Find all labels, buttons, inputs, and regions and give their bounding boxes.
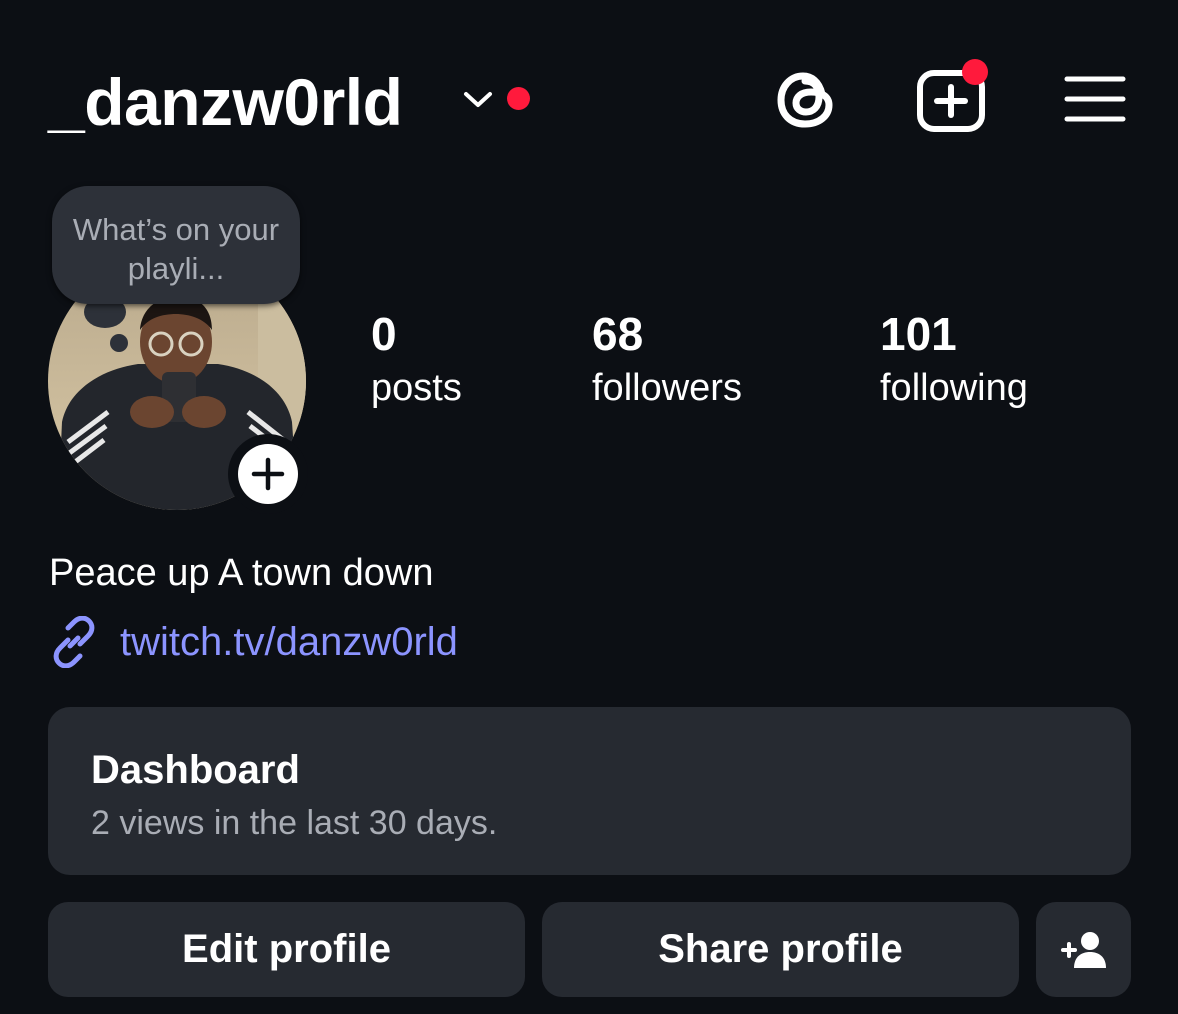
stat-posts-label: posts: [371, 367, 462, 409]
add-person-icon: [1060, 931, 1106, 968]
hamburger-menu-icon[interactable]: [1064, 74, 1126, 124]
discover-people-button[interactable]: [1036, 902, 1131, 997]
threads-icon[interactable]: [775, 67, 839, 133]
note-bubble-tail-dot: [110, 334, 128, 352]
chevron-down-icon[interactable]: [460, 84, 496, 114]
dashboard-title: Dashboard: [91, 748, 300, 792]
plus-circle-icon: [238, 444, 298, 504]
dashboard-subtitle: 2 views in the last 30 days.: [91, 804, 498, 842]
add-story-button[interactable]: [228, 434, 308, 514]
stat-following-label: following: [880, 367, 1028, 409]
stat-posts[interactable]: 0 posts: [371, 306, 462, 414]
stat-following-value: 101: [880, 308, 957, 360]
stat-following[interactable]: 101 following: [880, 306, 1028, 414]
profile-link[interactable]: twitch.tv/danzw0rld: [48, 614, 458, 670]
stat-followers[interactable]: 68 followers: [592, 306, 742, 414]
profile-link-text: twitch.tv/danzw0rld: [120, 620, 458, 664]
profile-note[interactable]: What’s on your playli...: [52, 186, 300, 304]
note-text: What’s on your playli...: [72, 212, 280, 286]
create-notification-dot: [962, 59, 988, 85]
share-profile-label: Share profile: [658, 927, 903, 971]
link-icon: [53, 616, 95, 668]
edit-profile-label: Edit profile: [182, 927, 391, 971]
stat-posts-value: 0: [371, 308, 397, 360]
share-profile-button[interactable]: Share profile: [542, 902, 1019, 997]
professional-dashboard[interactable]: Dashboard 2 views in the last 30 days.: [48, 707, 1131, 875]
edit-profile-button[interactable]: Edit profile: [48, 902, 525, 997]
notification-dot: [507, 87, 530, 110]
profile-username[interactable]: _danzw0rld: [48, 62, 403, 142]
stat-followers-value: 68: [592, 308, 644, 360]
profile-bio: Peace up A town down: [49, 552, 434, 594]
stat-followers-label: followers: [592, 367, 742, 409]
